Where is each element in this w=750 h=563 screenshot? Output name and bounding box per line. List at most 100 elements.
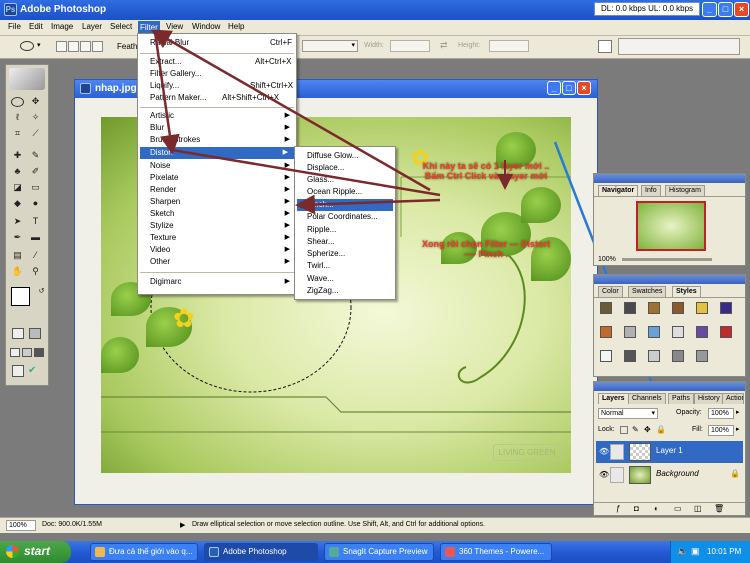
swap-colors-icon[interactable]: ↺ <box>35 285 48 298</box>
tab-color[interactable]: Color <box>598 286 623 297</box>
tab-histogram[interactable]: Histogram <box>665 185 705 196</box>
menu-view[interactable]: View <box>166 22 183 31</box>
submenu-item-spherize[interactable]: Spherize... <box>307 248 395 260</box>
new-selection-icon[interactable] <box>56 41 67 52</box>
menu-help[interactable]: Help <box>228 22 244 31</box>
style-swatch[interactable] <box>648 326 660 338</box>
style-swatch[interactable] <box>696 350 708 362</box>
submenu-item-pinch[interactable]: Pinch... <box>297 199 393 211</box>
menu-item-radial-blur[interactable]: Radial Blur Ctrl+F <box>150 37 296 49</box>
menu-item-digimarc[interactable]: Digimarc ▶ <box>150 276 296 288</box>
navigator-thumbnail[interactable] <box>636 201 706 251</box>
layer-link-slot[interactable] <box>610 444 624 460</box>
jump-to-imageready-icon[interactable] <box>12 365 24 377</box>
menu-item-pixelate[interactable]: Pixelate ▶ <box>150 172 296 184</box>
submenu-item-displace[interactable]: Displace... <box>307 162 395 174</box>
move-tool-icon[interactable]: ✥ <box>29 95 42 108</box>
style-swatch[interactable] <box>600 302 612 314</box>
style-swatch[interactable] <box>600 350 612 362</box>
close-button[interactable]: × <box>734 2 749 17</box>
screen-mode-full-menu-icon[interactable] <box>22 348 32 357</box>
blend-mode-select[interactable]: Normal ▾ <box>598 408 658 419</box>
lock-all-icon[interactable]: 🔒 <box>656 425 666 434</box>
layer-link-slot[interactable] <box>610 467 624 483</box>
tab-info[interactable]: Info <box>641 185 661 196</box>
shape-tool-icon[interactable]: ▬ <box>29 231 42 244</box>
menu-edit[interactable]: Edit <box>29 22 43 31</box>
type-tool-icon[interactable]: T <box>29 215 42 228</box>
standard-mode-icon[interactable] <box>12 328 24 339</box>
task-item-photoshop[interactable]: Adobe Photoshop <box>204 543 318 561</box>
new-group-icon[interactable]: ▭ <box>674 504 682 513</box>
foreground-color-swatch[interactable] <box>11 287 30 306</box>
submenu-item-shear[interactable]: Shear... <box>307 236 395 248</box>
check-icon[interactable]: ✔ <box>28 365 40 377</box>
submenu-item-polar-coordinates[interactable]: Polar Coordinates... <box>307 211 395 223</box>
style-swatch[interactable] <box>696 326 708 338</box>
menu-item-liquify[interactable]: Liquify... Shift+Ctrl+X <box>150 80 296 92</box>
menu-item-artistic[interactable]: Artistic ▶ <box>150 110 296 122</box>
maximize-button[interactable]: □ <box>718 2 733 17</box>
fill-arrow-icon[interactable]: ▸ <box>736 425 740 433</box>
blur-tool-icon[interactable]: ◆ <box>11 197 24 210</box>
magic-wand-icon[interactable]: ✧ <box>29 111 42 124</box>
palette-header[interactable] <box>594 275 745 284</box>
screen-mode-full-icon[interactable] <box>34 348 44 357</box>
height-input[interactable] <box>489 40 529 52</box>
menu-item-sharpen[interactable]: Sharpen ▶ <box>150 196 296 208</box>
style-swatch[interactable] <box>720 302 732 314</box>
palette-header[interactable] <box>594 174 745 183</box>
lock-position-icon[interactable]: ✥ <box>644 425 651 434</box>
layer-mask-icon[interactable]: ◘ <box>634 504 639 513</box>
opacity-input[interactable]: 100% <box>708 408 734 419</box>
history-brush-icon[interactable]: ✐ <box>29 165 42 178</box>
menu-item-filter-gallery[interactable]: Filter Gallery... <box>150 68 296 80</box>
layer-style-icon[interactable]: ƒ <box>616 504 620 513</box>
submenu-item-zigzag[interactable]: ZigZag... <box>307 285 395 297</box>
style-swatch[interactable] <box>672 302 684 314</box>
hand-tool-icon[interactable]: ✋ <box>11 265 24 278</box>
layer-name[interactable]: Background <box>656 469 699 478</box>
crop-tool-icon[interactable]: ⌗ <box>11 127 24 140</box>
width-input[interactable] <box>390 40 430 52</box>
style-swatch[interactable] <box>696 302 708 314</box>
tab-swatches[interactable]: Swatches <box>628 286 667 297</box>
tool-preset-chevron-icon[interactable]: ▾ <box>37 41 41 49</box>
menu-item-video[interactable]: Video ▶ <box>150 244 296 256</box>
submenu-item-diffuse-glow[interactable]: Diffuse Glow... <box>307 150 395 162</box>
subtract-selection-icon[interactable] <box>80 41 91 52</box>
task-item-browser[interactable]: Đưa cả thế giới vào q... <box>90 543 198 561</box>
start-button[interactable]: start <box>0 541 71 563</box>
zoom-tool-icon[interactable]: ⚲ <box>29 265 42 278</box>
menu-item-distort[interactable]: Distort ▶ <box>140 147 294 159</box>
adjustment-layer-icon[interactable]: ◐ <box>654 504 659 513</box>
minimize-button[interactable]: _ <box>702 2 717 17</box>
clone-stamp-icon[interactable]: ♣ <box>11 165 24 178</box>
style-swatch[interactable] <box>624 326 636 338</box>
menu-layer[interactable]: Layer <box>82 22 102 31</box>
lasso-tool-icon[interactable]: ℓ <box>11 111 24 124</box>
lock-transparency-icon[interactable] <box>620 426 628 434</box>
tab-history[interactable]: History <box>694 393 724 404</box>
fill-input[interactable]: 100% <box>708 425 734 436</box>
swap-dimensions-icon[interactable]: ⇄ <box>440 40 448 51</box>
marquee-tool-icon[interactable] <box>11 97 24 107</box>
brush-tool-icon[interactable]: ✎ <box>29 149 42 162</box>
tab-styles[interactable]: Styles <box>672 286 701 297</box>
style-swatch[interactable] <box>648 302 660 314</box>
intersect-selection-icon[interactable] <box>92 41 103 52</box>
volume-icon[interactable]: 🔈 <box>677 546 688 557</box>
tab-navigator[interactable]: Navigator <box>598 185 639 196</box>
style-swatch[interactable] <box>624 302 636 314</box>
navigator-zoom-slider[interactable] <box>622 258 712 261</box>
submenu-item-ocean-ripple[interactable]: Ocean Ripple... <box>307 186 395 198</box>
tab-paths[interactable]: Paths <box>668 393 694 404</box>
add-selection-icon[interactable] <box>68 41 79 52</box>
slice-tool-icon[interactable]: ⟋ <box>29 127 42 140</box>
eye-icon[interactable]: 👁 <box>599 470 609 479</box>
menu-item-brush-strokes[interactable]: Brush Strokes ▶ <box>150 134 296 146</box>
layer-row-layer1[interactable]: 👁 Layer 1 <box>596 441 743 463</box>
doc-maximize-button[interactable]: □ <box>562 81 576 95</box>
task-item-360-themes[interactable]: 360 Themes - Powere... <box>440 543 552 561</box>
layer-row-background[interactable]: 👁 Background 🔒 <box>596 464 743 486</box>
